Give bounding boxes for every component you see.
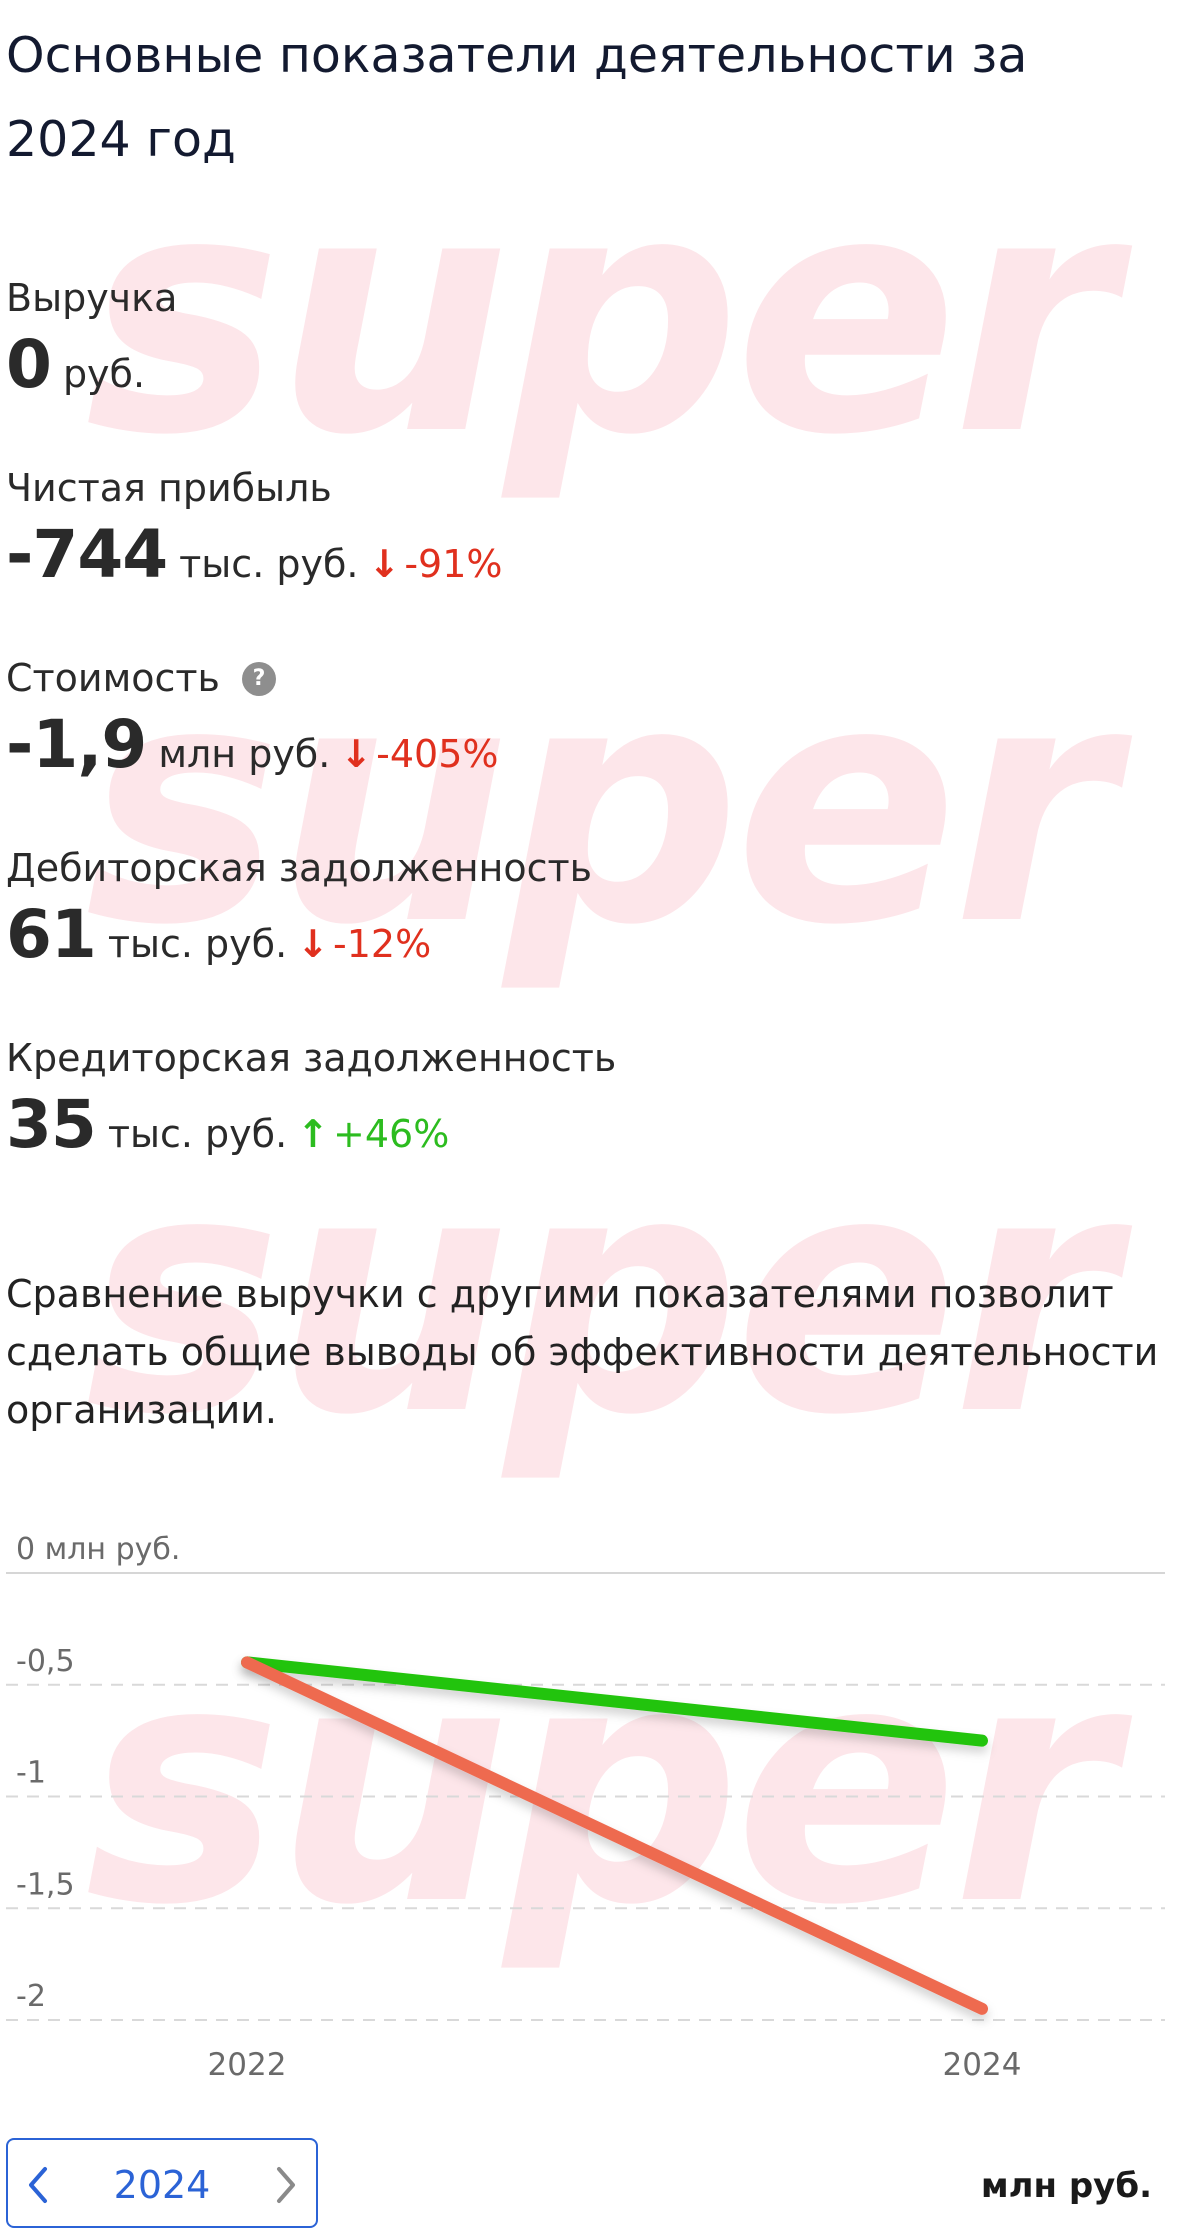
page-title: Основные показатели деятельности за 2024…	[6, 27, 1028, 168]
next-year-button[interactable]	[256, 2160, 316, 2210]
x-axis-labels: 2022 2024	[208, 2047, 1022, 2080]
arrow-down-icon: ↓	[368, 541, 401, 586]
prev-year-button[interactable]	[8, 2160, 68, 2210]
metric-value: -744	[6, 515, 168, 593]
arrow-down-icon: ↓	[297, 921, 330, 966]
metric-value-cost: Стоимость ? -1,9 млн руб. ↓ -405%	[6, 656, 499, 783]
metric-change-value: +46%	[333, 1111, 450, 1156]
metric-value-row: -744 тыс. руб. ↓ -91%	[6, 516, 503, 593]
metric-unit: тыс. руб.	[107, 921, 288, 966]
chevron-right-icon	[277, 2167, 295, 2203]
metric-label: Кредиторская задолженность	[6, 1036, 617, 1080]
y-tick-label: 0 млн руб.	[16, 1532, 180, 1567]
metric-unit: млн руб.	[158, 731, 331, 776]
metric-value: 35	[6, 1085, 97, 1163]
metric-net-profit: Чистая прибыль -744 тыс. руб. ↓ -91%	[6, 466, 503, 593]
metric-label: Дебиторская задолженность	[6, 846, 593, 890]
metric-change-value: -12%	[333, 921, 432, 966]
watermark: super	[85, 123, 1115, 507]
metric-change-value: -91%	[404, 541, 503, 586]
metric-label-text: Стоимость	[6, 656, 220, 700]
metric-value: 61	[6, 895, 97, 973]
year-selector: 2024	[6, 2138, 318, 2228]
year-label: 2024	[113, 2163, 211, 2207]
y-tick-label: -1,5	[16, 1867, 75, 1902]
comparison-line-chart: 0 млн руб. -0,5 -1 -1,5 -2 2022 2024	[6, 1532, 1165, 2080]
description-text: Сравнение выручки с другими показателями…	[6, 1272, 1159, 1432]
metric-change: ↓ -91%	[368, 542, 502, 586]
metric-label: Стоимость ?	[6, 656, 499, 702]
metric-label: Чистая прибыль	[6, 466, 332, 510]
arrow-down-icon: ↓	[340, 731, 373, 776]
metric-value-row: -1,9 млн руб. ↓ -405%	[6, 706, 499, 783]
y-tick-label: -1	[16, 1756, 46, 1791]
metric-change-value: -405%	[376, 731, 499, 776]
metric-value-row: 35 тыс. руб. ↑ +46%	[6, 1086, 616, 1163]
metric-receivables: Дебиторская задолженность 61 тыс. руб. ↓…	[6, 846, 592, 973]
metric-value: -1,9	[6, 705, 147, 783]
y-axis-labels: 0 млн руб. -0,5 -1 -1,5 -2	[16, 1532, 180, 2014]
question-circle-icon[interactable]: ?	[241, 661, 276, 696]
x-tick-label: 2022	[208, 2047, 287, 2080]
metric-label: Выручка	[6, 276, 178, 320]
metric-value: 0	[6, 325, 52, 403]
metric-unit: руб.	[62, 351, 146, 396]
chevron-left-icon	[29, 2167, 47, 2203]
metric-unit: тыс. руб.	[179, 541, 359, 586]
metric-change: ↑ +46%	[297, 1112, 449, 1156]
chart-series	[241, 1567, 988, 2015]
series-line-2	[241, 1656, 988, 1747]
units-label: млн руб.	[980, 2166, 1152, 2206]
metric-change: ↓ -405%	[340, 732, 498, 776]
series-line-3	[241, 1656, 988, 2015]
y-tick-label: -0,5	[16, 1644, 75, 1679]
arrow-up-icon: ↑	[297, 1111, 330, 1156]
y-tick-label: -2	[16, 1979, 46, 2014]
metric-revenue: Выручка 0 руб.	[6, 276, 177, 403]
metric-value-row: 0 руб.	[6, 326, 177, 403]
metric-change: ↓ -12%	[297, 922, 431, 966]
metric-unit: тыс. руб.	[107, 1111, 288, 1156]
x-tick-label: 2024	[943, 2047, 1022, 2080]
metric-payables: Кредиторская задолженность 35 тыс. руб. …	[6, 1036, 616, 1163]
chart-grid	[6, 1572, 1165, 2021]
metric-value-row: 61 тыс. руб. ↓ -12%	[6, 896, 592, 973]
